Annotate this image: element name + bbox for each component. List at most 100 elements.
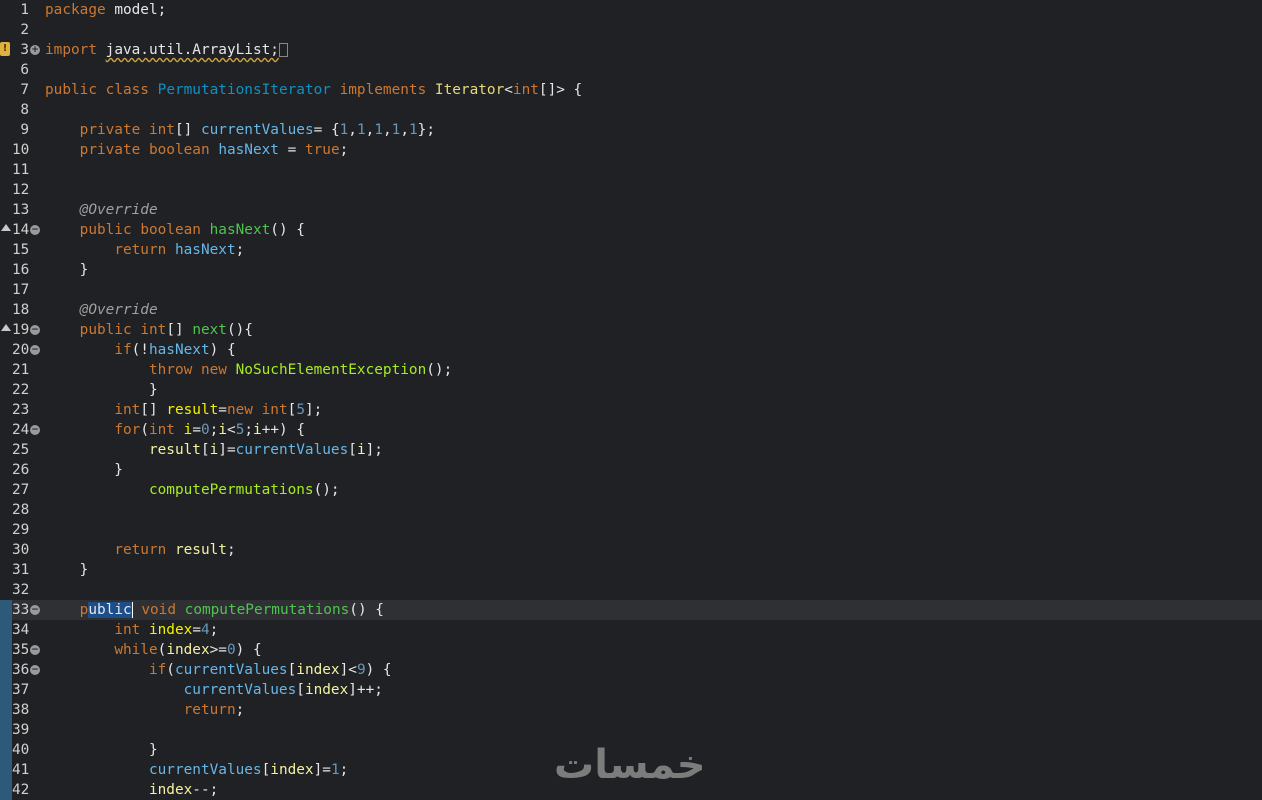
code-text[interactable]: currentValues[index]++; [45, 680, 383, 700]
code-text[interactable]: throw new NoSuchElementException(); [45, 360, 452, 380]
code-text[interactable]: public boolean hasNext() { [45, 220, 305, 240]
code-text[interactable]: currentValues[index]=1; [45, 760, 348, 780]
code-line[interactable]: 37 currentValues[index]++; [0, 680, 1262, 700]
code-token: ( [157, 642, 167, 658]
code-token: true [304, 142, 340, 158]
code-line[interactable]: 33− public void computePermutations() { [0, 600, 1262, 620]
code-text[interactable]: int[] result=new int[5]; [45, 400, 322, 420]
code-text[interactable]: @Override [45, 300, 158, 320]
code-line[interactable]: 9 private int[] currentValues= {1,1,1,1,… [0, 120, 1262, 140]
collapsed-imports-icon[interactable] [278, 43, 288, 57]
code-text[interactable]: int index=4; [45, 620, 218, 640]
code-line[interactable]: 14− public boolean hasNext() { [0, 220, 1262, 240]
code-text[interactable]: import java.util.ArrayList; [45, 40, 288, 60]
code-text[interactable]: return result; [45, 540, 235, 560]
code-text[interactable]: public class PermutationsIterator implem… [45, 80, 582, 100]
code-line[interactable]: 30 return result; [0, 540, 1262, 560]
code-text[interactable]: if(currentValues[index]<9) { [45, 660, 392, 680]
code-text[interactable]: } [45, 460, 123, 480]
code-line[interactable]: 19− public int[] next(){ [0, 320, 1262, 340]
line-number: 11 [12, 162, 30, 178]
code-line[interactable]: 2 [0, 20, 1262, 40]
code-text[interactable]: for(int i=0;i<5;i++) { [45, 420, 305, 440]
fold-collapse-icon[interactable]: − [30, 225, 40, 235]
code-line[interactable]: 11 [0, 160, 1262, 180]
code-token: i [218, 422, 228, 438]
code-line[interactable]: 23 int[] result=new int[5]; [0, 400, 1262, 420]
line-number: 30 [12, 542, 30, 558]
fold-expand-icon[interactable]: + [30, 45, 40, 55]
code-line[interactable]: 28 [0, 500, 1262, 520]
code-text[interactable]: } [45, 740, 158, 760]
code-line[interactable]: 10 private boolean hasNext = true; [0, 140, 1262, 160]
code-token: result [174, 542, 227, 558]
fold-collapse-icon[interactable]: − [30, 665, 40, 675]
code-token: --; [192, 782, 219, 798]
code-line[interactable]: 36− if(currentValues[index]<9) { [0, 660, 1262, 680]
line-number: 22 [12, 382, 30, 398]
override-triangle-icon[interactable] [1, 224, 11, 231]
fold-collapse-icon[interactable]: − [30, 345, 40, 355]
code-text[interactable]: private int[] currentValues= {1,1,1,1,1}… [45, 120, 435, 140]
code-line[interactable]: 1 package model; [0, 0, 1262, 20]
code-line[interactable]: 32 [0, 580, 1262, 600]
line-number: 29 [12, 522, 30, 538]
code-text[interactable]: } [45, 560, 89, 580]
code-line[interactable]: 34 int index=4; [0, 620, 1262, 640]
code-line[interactable]: 21 throw new NoSuchElementException(); [0, 360, 1262, 380]
code-line[interactable]: 6 [0, 60, 1262, 80]
code-line[interactable]: 8 [0, 100, 1262, 120]
code-text[interactable]: return hasNext; [45, 240, 244, 260]
code-line[interactable]: 25 result[i]=currentValues[i]; [0, 440, 1262, 460]
code-text[interactable]: private boolean hasNext = true; [45, 140, 349, 160]
code-line[interactable]: 18 @Override [0, 300, 1262, 320]
code-line[interactable]: 22 } [0, 380, 1262, 400]
code-text[interactable]: package model; [45, 0, 166, 20]
code-text[interactable]: result[i]=currentValues[i]; [45, 440, 383, 460]
code-token: }; [417, 122, 435, 138]
code-line[interactable]: 26 } [0, 460, 1262, 480]
code-line[interactable]: 31 } [0, 560, 1262, 580]
code-text[interactable]: public int[] next(){ [45, 320, 253, 340]
code-token: (); [426, 362, 453, 378]
fold-collapse-icon[interactable]: − [30, 645, 40, 655]
code-line[interactable]: 29 [0, 520, 1262, 540]
code-token: [ [261, 762, 271, 778]
code-token: PermutationsIterator [157, 82, 331, 98]
fold-collapse-icon[interactable]: − [30, 325, 40, 335]
code-text[interactable]: while(index>=0) { [45, 640, 261, 660]
warning-icon[interactable]: ! [0, 42, 10, 56]
code-line[interactable]: ! 3 + import java.util.ArrayList; [0, 40, 1262, 60]
code-line[interactable]: 20− if(!hasNext) { [0, 340, 1262, 360]
code-line[interactable]: 17 [0, 280, 1262, 300]
code-token: () { [349, 602, 384, 618]
code-text[interactable]: index--; [45, 780, 218, 800]
code-text[interactable]: } [45, 380, 158, 400]
override-triangle-icon[interactable] [1, 324, 11, 331]
code-line[interactable]: 24− for(int i=0;i<5;i++) { [0, 420, 1262, 440]
code-line[interactable]: 38 return; [0, 700, 1262, 720]
code-text[interactable]: if(!hasNext) { [45, 340, 235, 360]
code-line[interactable]: 35− while(index>=0) { [0, 640, 1262, 660]
code-editor[interactable]: 1 package model; 2! 3 + import java.util.Arra… [0, 0, 1262, 800]
fold-collapse-icon[interactable]: − [30, 425, 40, 435]
code-line[interactable]: 12 [0, 180, 1262, 200]
code-line[interactable]: 39 [0, 720, 1262, 740]
code-line[interactable]: 13 @Override [0, 200, 1262, 220]
code-line[interactable]: 16 } [0, 260, 1262, 280]
code-text[interactable]: computePermutations(); [45, 480, 340, 500]
line-number: 42 [12, 782, 30, 798]
code-text[interactable]: @Override [45, 200, 158, 220]
code-line[interactable]: 15 return hasNext; [0, 240, 1262, 260]
code-text[interactable]: } [45, 260, 89, 280]
code-token: } [45, 462, 123, 478]
code-token: result [148, 442, 201, 458]
code-line[interactable]: 27 computePermutations(); [0, 480, 1262, 500]
code-text[interactable]: return; [45, 700, 245, 720]
fold-collapse-icon[interactable]: − [30, 605, 40, 615]
code-line[interactable]: 7 public class PermutationsIterator imple… [0, 80, 1262, 100]
code-text[interactable]: public void computePermutations() { [45, 600, 384, 620]
